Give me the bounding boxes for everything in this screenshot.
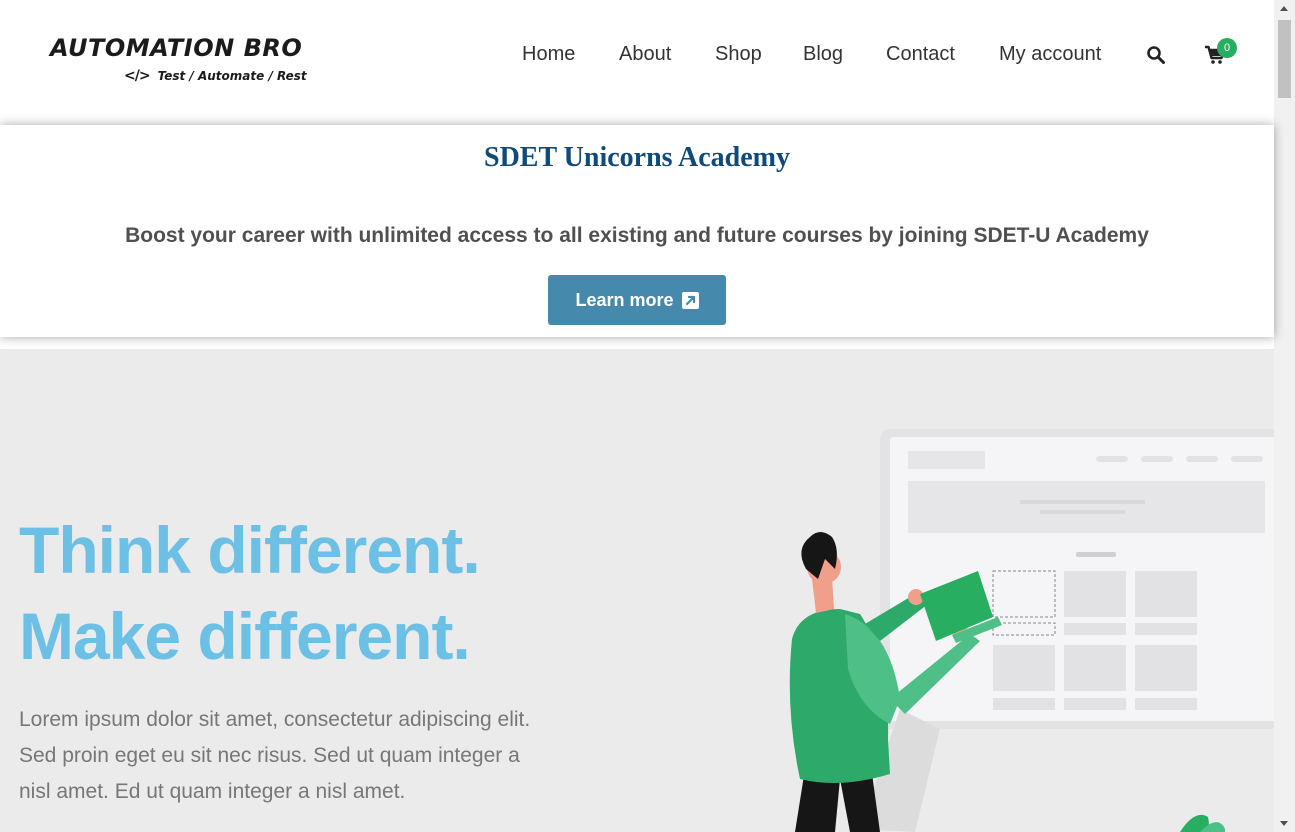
vertical-scrollbar[interactable] [1274, 0, 1295, 832]
search-icon[interactable] [1146, 45, 1166, 65]
site-logo[interactable]: AUTOMATION BRO </> Test / Automate / Res… [49, 34, 309, 94]
promo-text: Boost your career with unlimited access … [125, 224, 1149, 247]
nav-blog[interactable]: Blog [803, 43, 843, 66]
cart-count-badge: 0 [1217, 38, 1237, 58]
nav-shop[interactable]: Shop [715, 43, 762, 66]
promo-banner: SDET Unicorns Academy Boost your career … [0, 125, 1274, 337]
logo-title: AUTOMATION BRO [50, 34, 303, 62]
logo-tagline-row: </> Test / Automate / Rest [124, 68, 307, 84]
nav-about[interactable]: About [619, 43, 671, 66]
scrollbar-thumb[interactable] [1278, 20, 1291, 98]
hero-section: Think different. Make different. Lorem i… [0, 349, 1274, 832]
learn-more-label: Learn more [575, 289, 674, 310]
learn-more-button[interactable]: Learn more [548, 275, 726, 325]
site-header: AUTOMATION BRO </> Test / Automate / Res… [0, 0, 1274, 122]
nav-my-account[interactable]: My account [999, 43, 1101, 66]
nav-home[interactable]: Home [522, 43, 575, 66]
hero-headline: Think different. Make different. [19, 507, 481, 679]
nav-contact[interactable]: Contact [886, 43, 955, 66]
scroll-up-arrow-icon[interactable] [1280, 6, 1288, 11]
external-link-icon [681, 291, 699, 309]
hero-headline-line2: Make different. [19, 599, 471, 673]
logo-tagline: Test / Automate / Rest [157, 69, 307, 83]
hero-headline-line1: Think different. [19, 513, 481, 587]
hero-illustration [789, 429, 1274, 832]
promo-title: SDET Unicorns Academy [484, 142, 790, 173]
code-icon: </> [124, 68, 151, 84]
hero-paragraph: Lorem ipsum dolor sit amet, consectetur … [19, 708, 531, 803]
scroll-down-arrow-icon[interactable] [1280, 821, 1288, 826]
